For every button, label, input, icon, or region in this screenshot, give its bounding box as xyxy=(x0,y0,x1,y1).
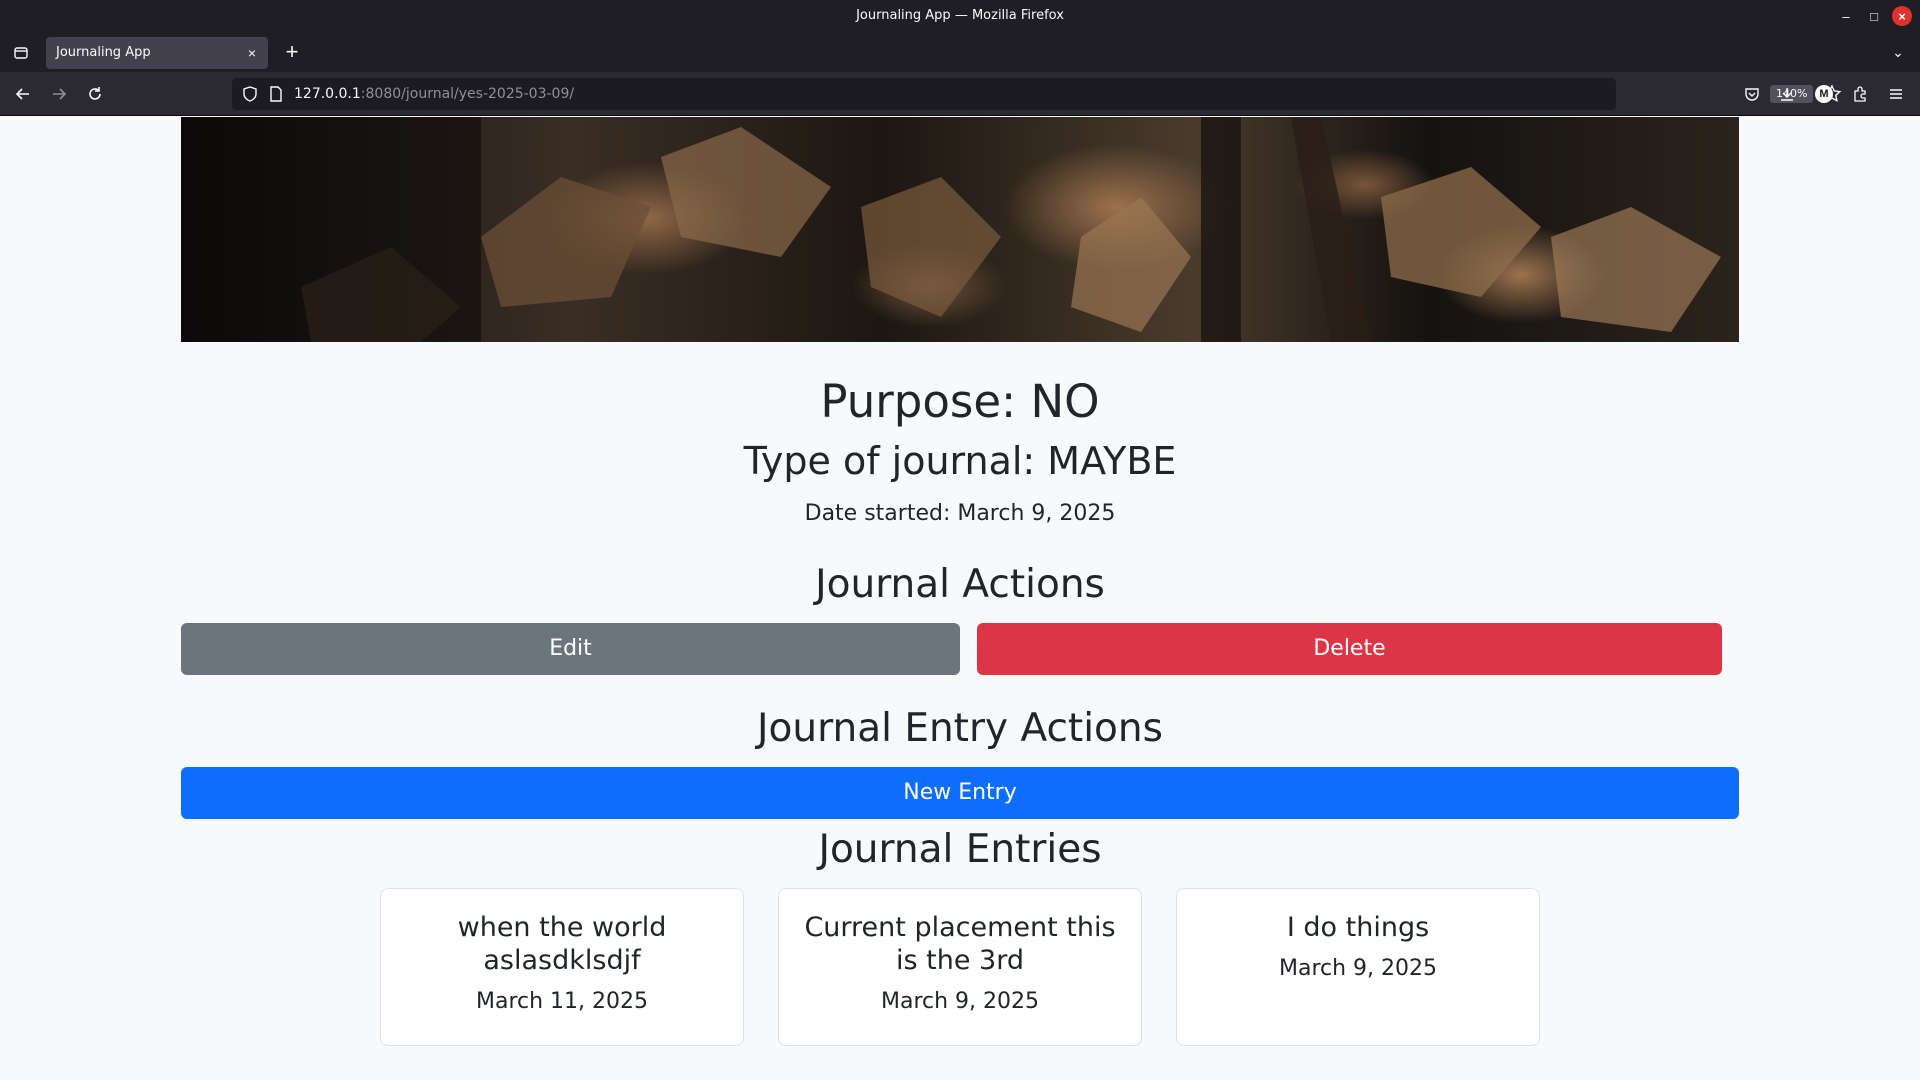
hamburger-menu-icon[interactable] xyxy=(1884,82,1908,106)
window-title: Journaling App — Mozilla Firefox xyxy=(856,8,1064,23)
journal-purpose: Purpose: NO xyxy=(820,375,1100,428)
address-bar[interactable]: 127.0.0.1:8080/journal/yes-2025-03-09/ 1… xyxy=(232,78,1842,110)
chevron-down-icon[interactable]: ⌄ xyxy=(1888,44,1908,64)
journal-date-started: Date started: March 9, 2025 xyxy=(804,501,1116,526)
close-window-icon[interactable]: × xyxy=(1892,6,1912,26)
account-initial: M xyxy=(1815,85,1833,103)
tab-list-icon[interactable] xyxy=(8,40,34,66)
journal-actions-heading: Journal Actions xyxy=(815,562,1105,607)
tab-bar: Journaling App × + ⌄ xyxy=(0,32,1920,72)
entry-title[interactable]: I do things xyxy=(1193,911,1523,944)
entry-date: March 11, 2025 xyxy=(475,989,649,1014)
url-host: 127.0.0.1 xyxy=(294,86,361,102)
new-entry-button[interactable]: New Entry xyxy=(181,767,1739,819)
entry-card[interactable]: when the world aslasdklsdjf March 11, 20… xyxy=(380,888,744,1046)
url-text[interactable]: 127.0.0.1:8080/journal/yes-2025-03-09/ xyxy=(294,78,574,110)
reload-icon[interactable] xyxy=(83,82,107,106)
entry-card[interactable]: I do things March 9, 2025 xyxy=(1176,888,1540,1046)
entry-date: March 9, 2025 xyxy=(880,989,1040,1014)
entry-title[interactable]: Current placement this is the 3rd xyxy=(795,911,1125,977)
account-avatar-icon[interactable]: M xyxy=(1812,82,1836,106)
navigation-toolbar: 127.0.0.1:8080/journal/yes-2025-03-09/ 1… xyxy=(0,72,1920,116)
download-icon[interactable] xyxy=(1775,82,1799,106)
extensions-puzzle-icon[interactable] xyxy=(1848,82,1872,106)
page-icon[interactable] xyxy=(268,86,284,102)
journal-banner-image xyxy=(181,117,1739,342)
page-content: Purpose: NO Type of journal: MAYBE Date … xyxy=(0,117,1920,1080)
tab-journaling-app[interactable]: Journaling App × xyxy=(46,37,268,69)
back-arrow-icon[interactable] xyxy=(11,82,35,106)
url-path: :8080/journal/yes-2025-03-09/ xyxy=(360,86,575,102)
entry-title[interactable]: when the world aslasdklsdjf xyxy=(397,911,727,977)
new-tab-icon[interactable]: + xyxy=(280,41,304,65)
maximize-icon[interactable]: □ xyxy=(1864,6,1884,26)
forward-arrow-icon[interactable] xyxy=(47,82,71,106)
delete-button[interactable]: Delete xyxy=(977,623,1722,675)
tab-label: Journaling App xyxy=(56,45,151,60)
shield-icon[interactable] xyxy=(242,86,258,102)
edit-button[interactable]: Edit xyxy=(181,623,960,675)
pocket-icon[interactable] xyxy=(1740,82,1764,106)
journal-entry-actions-heading: Journal Entry Actions xyxy=(757,706,1163,751)
journal-entries-heading: Journal Entries xyxy=(818,827,1102,872)
journal-type: Type of journal: MAYBE xyxy=(743,439,1177,483)
entry-date: March 9, 2025 xyxy=(1278,956,1438,981)
close-tab-icon[interactable]: × xyxy=(244,45,260,61)
entry-card[interactable]: Current placement this is the 3rd March … xyxy=(778,888,1142,1046)
minimize-icon[interactable]: – xyxy=(1836,6,1856,26)
window-titlebar: Journaling App — Mozilla Firefox – □ × xyxy=(0,0,1920,32)
